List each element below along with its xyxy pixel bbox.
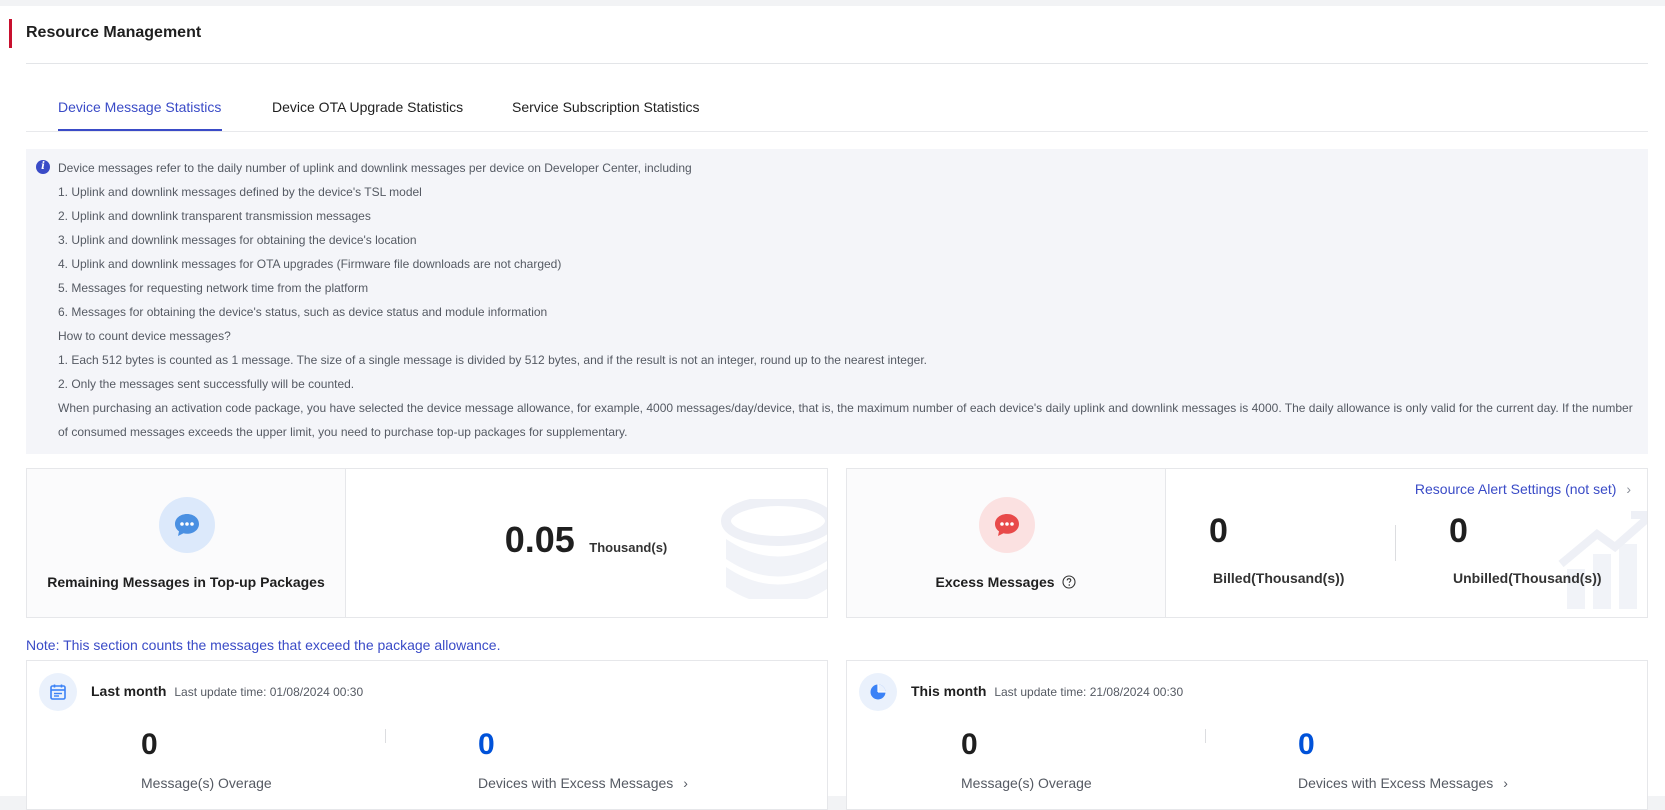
info-icon: i xyxy=(36,160,50,174)
remaining-messages-card: Remaining Messages in Top-up Packages 0.… xyxy=(26,468,828,618)
info-line: 1. Uplink and downlink messages defined … xyxy=(58,185,422,199)
last-month-devices-value[interactable]: 0 xyxy=(478,728,495,762)
info-line: 1. Each 512 bytes is counted as 1 messag… xyxy=(58,353,927,367)
excess-messages-values-area: Resource Alert Settings (not set) › 0 Bi… xyxy=(1165,469,1647,617)
unbilled-label: Unbilled(Thousand(s)) xyxy=(1453,570,1602,586)
remaining-messages-unit: Thousand(s) xyxy=(589,540,668,555)
this-month-update-time: Last update time: 21/08/2024 00:30 xyxy=(994,685,1184,699)
last-month-devices-link[interactable]: Devices with Excess Messages › xyxy=(478,775,688,791)
remaining-messages-summary: Remaining Messages in Top-up Packages xyxy=(27,469,346,617)
info-line: 2. Uplink and downlink transparent trans… xyxy=(58,209,371,223)
last-month-divider xyxy=(385,729,386,743)
remaining-messages-value: 0.05 xyxy=(504,519,575,560)
billed-value: 0 xyxy=(1209,512,1228,550)
info-line: 4. Uplink and downlink messages for OTA … xyxy=(58,257,562,271)
excess-messages-label: Excess Messages xyxy=(935,574,1055,590)
last-month-overage-label: Message(s) Overage xyxy=(141,775,272,791)
this-month-overage-label: Message(s) Overage xyxy=(961,775,1092,791)
info-line: Device messages refer to the daily numbe… xyxy=(58,161,692,175)
chat-bubble-icon xyxy=(159,497,215,553)
excess-messages-card: Excess Messages Resource Alert Settings … xyxy=(846,468,1648,618)
info-line: 3. Uplink and downlink messages for obta… xyxy=(58,233,417,247)
statistics-tabs: Device Message Statistics Device OTA Upg… xyxy=(26,81,1648,132)
info-paragraph: When purchasing an activation code packa… xyxy=(58,401,1633,439)
resource-management-panel: Resource Management Device Message Stati… xyxy=(0,6,1665,810)
last-month-overage-value: 0 xyxy=(141,728,158,761)
last-month-update-time: Last update time: 01/08/2024 00:30 xyxy=(174,685,364,699)
calendar-icon xyxy=(39,673,77,711)
last-month-devices-label: Devices with Excess Messages xyxy=(478,775,674,791)
pie-chart-icon xyxy=(859,673,897,711)
page-title: Resource Management xyxy=(26,24,202,41)
excess-messages-summary: Excess Messages xyxy=(847,469,1166,617)
question-circle-icon[interactable] xyxy=(1062,575,1077,589)
page-header: Resource Management xyxy=(0,6,1665,64)
info-notice: i Device messages refer to the daily num… xyxy=(26,149,1648,454)
last-month-card: Last month Last update time: 01/08/2024 … xyxy=(26,660,828,810)
unbilled-value: 0 xyxy=(1449,512,1468,550)
values-divider xyxy=(1395,525,1396,561)
billed-label: Billed(Thousand(s)) xyxy=(1213,570,1345,586)
remaining-messages-label: Remaining Messages in Top-up Packages xyxy=(47,574,325,590)
tab-device-ota-upgrade-statistics[interactable]: Device OTA Upgrade Statistics xyxy=(272,99,463,115)
this-month-title: This month xyxy=(911,683,987,699)
last-month-title: Last month xyxy=(91,683,167,699)
active-tab-indicator xyxy=(58,129,222,131)
remaining-messages-value-area: 0.05 Thousand(s) xyxy=(345,469,827,617)
this-month-card: This month Last update time: 21/08/2024 … xyxy=(846,660,1648,810)
info-line: 5. Messages for requesting network time … xyxy=(58,281,369,295)
this-month-devices-link[interactable]: Devices with Excess Messages › xyxy=(1298,775,1508,791)
this-month-divider xyxy=(1205,729,1206,743)
trend-watermark-icon xyxy=(1558,511,1647,609)
this-month-title-row: This month Last update time: 21/08/2024 … xyxy=(911,683,1183,699)
last-month-title-row: Last month Last update time: 01/08/2024 … xyxy=(91,683,363,699)
header-divider xyxy=(26,63,1648,64)
tab-service-subscription-statistics[interactable]: Service Subscription Statistics xyxy=(512,99,700,115)
chevron-right-icon: › xyxy=(683,775,688,791)
info-line: 6. Messages for obtaining the device's s… xyxy=(58,305,548,319)
title-accent-bar xyxy=(9,19,12,48)
info-line: How to count device messages? xyxy=(58,329,231,343)
excess-note: Note: This section counts the messages t… xyxy=(26,637,501,653)
this-month-overage-value: 0 xyxy=(961,728,978,761)
info-line: 2. Only the messages sent successfully w… xyxy=(58,377,355,391)
tab-device-message-statistics[interactable]: Device Message Statistics xyxy=(58,99,221,115)
this-month-devices-value[interactable]: 0 xyxy=(1298,728,1315,762)
this-month-devices-label: Devices with Excess Messages xyxy=(1298,775,1494,791)
chevron-right-icon: › xyxy=(1503,775,1508,791)
excess-messages-label-row: Excess Messages xyxy=(847,574,1165,590)
chat-bubble-icon xyxy=(979,497,1035,553)
database-watermark-icon xyxy=(721,499,827,599)
resource-alert-settings-label: Resource Alert Settings (not set) xyxy=(1414,481,1617,497)
resource-alert-settings-link[interactable]: Resource Alert Settings (not set) › xyxy=(1415,481,1631,497)
chevron-right-icon: › xyxy=(1626,481,1631,497)
